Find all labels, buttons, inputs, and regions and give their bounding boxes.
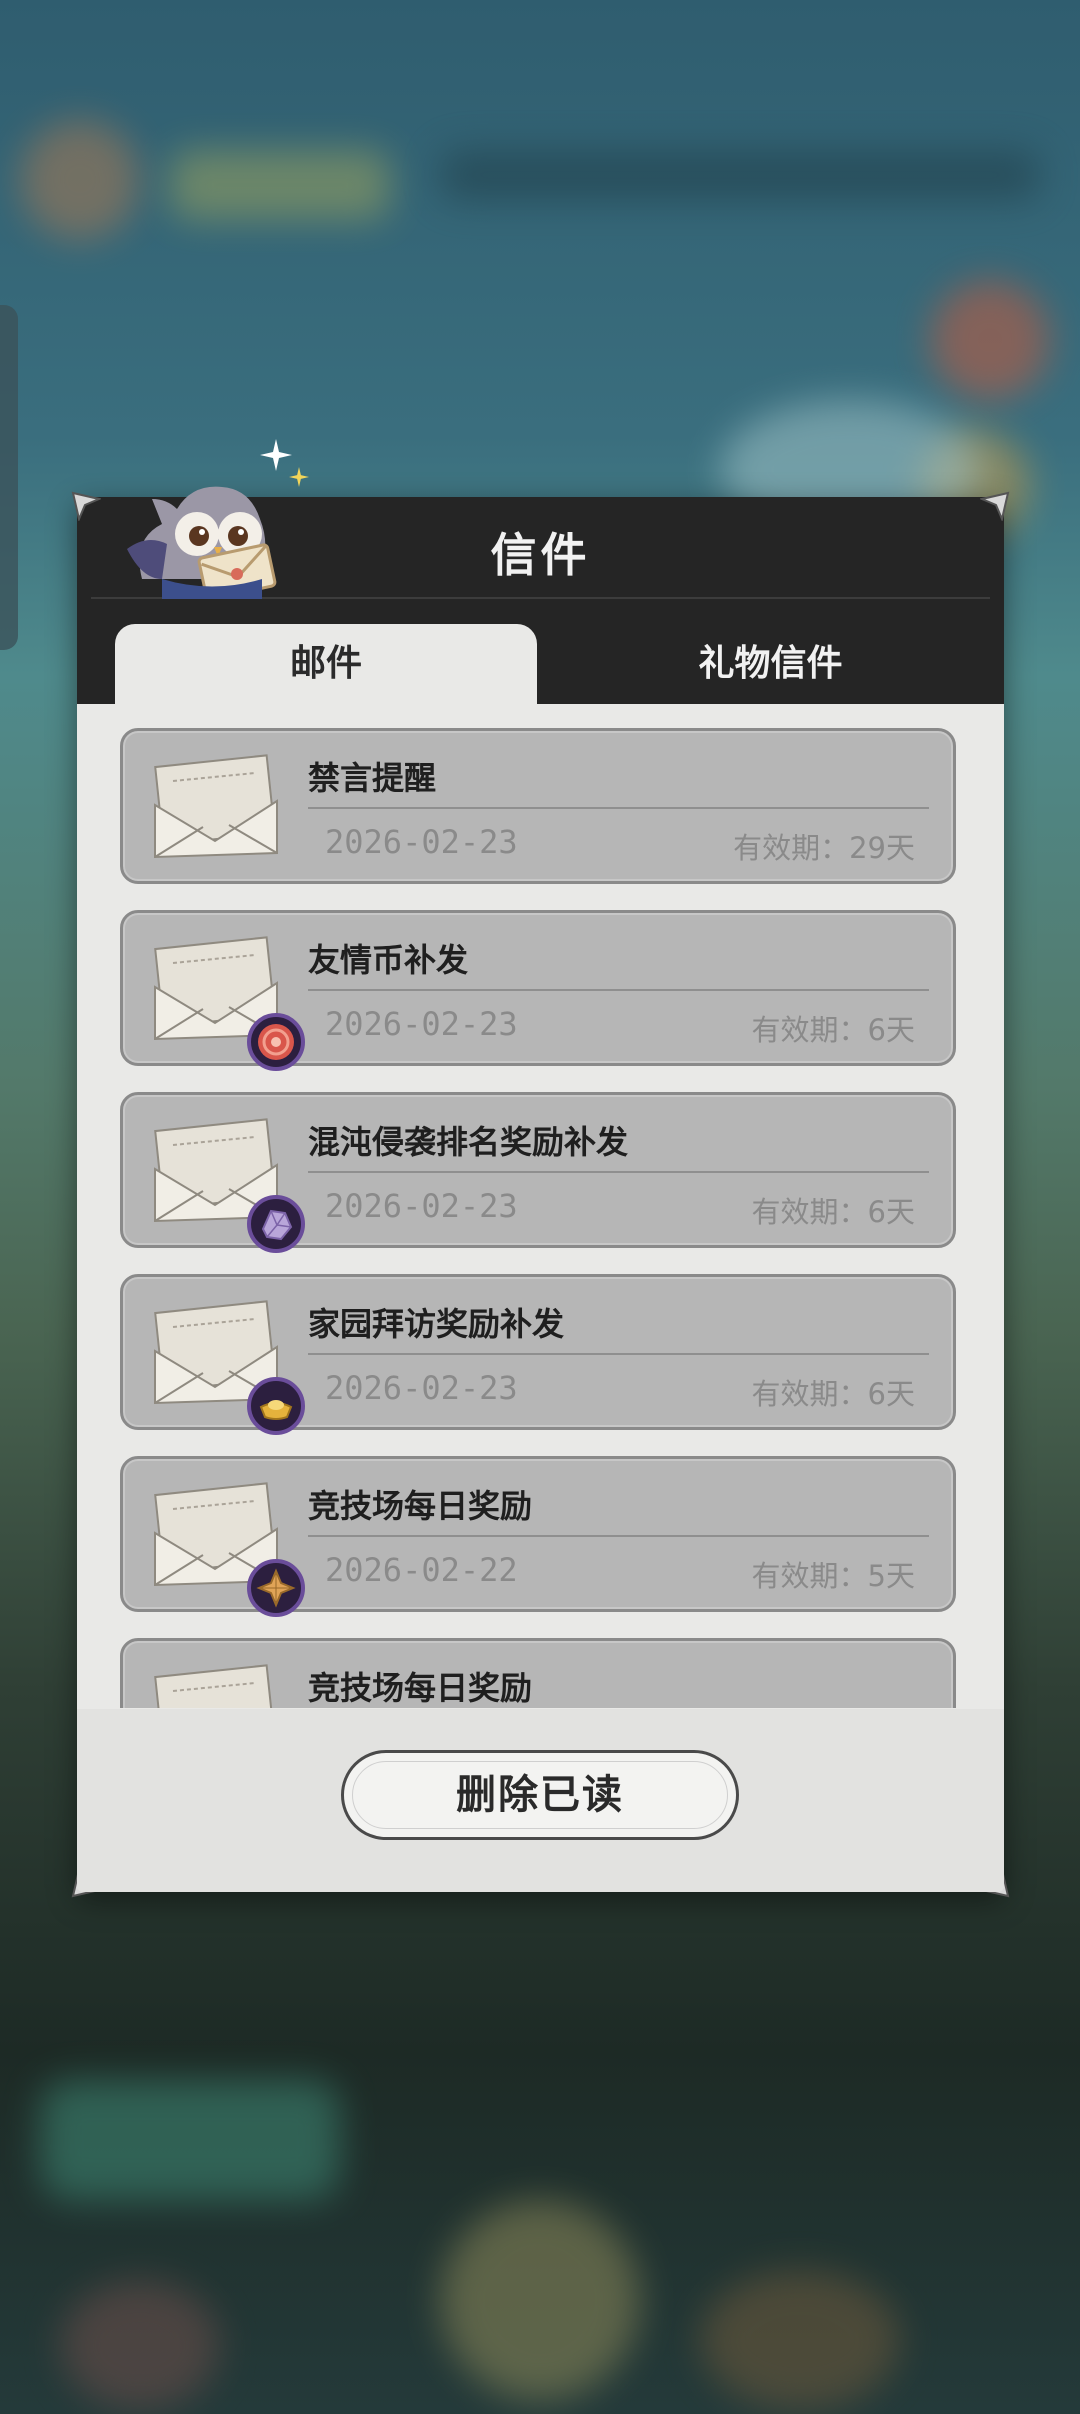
mail-date: 2026-02-23 bbox=[325, 823, 518, 861]
envelope-icon bbox=[151, 1117, 305, 1253]
sparkle-small-icon bbox=[289, 467, 309, 491]
mail-validity: 有效期：6天 bbox=[751, 1195, 915, 1229]
delete-read-label: 删除已读 bbox=[456, 1772, 624, 1818]
mail-item[interactable]: 竞技场每日奖励 bbox=[120, 1638, 956, 1708]
mail-item[interactable]: 家园拜访奖励补发 2026-02-23 有效期：6天 bbox=[120, 1274, 956, 1435]
mail-validity: 有效期：5天 bbox=[751, 1559, 915, 1593]
mail-validity: 有效期：6天 bbox=[751, 1377, 915, 1411]
mail-divider bbox=[308, 1353, 929, 1355]
side-drawer-tab[interactable] bbox=[0, 305, 18, 650]
mail-divider bbox=[308, 989, 929, 991]
mail-validity: 有效期：29天 bbox=[733, 831, 915, 865]
friendship-coin-icon bbox=[247, 1013, 305, 1071]
mail-item[interactable]: 竞技场每日奖励 2026-02-22 有效期：5天 bbox=[120, 1456, 956, 1617]
mail-dialog: 信件 邮件 礼物信件 禁言提醒 2026-02-23 有效期：29天 友情币补发… bbox=[71, 439, 1010, 1898]
background-name-blur bbox=[170, 150, 390, 220]
mail-date: 2026-02-23 bbox=[325, 1369, 518, 1407]
background-button-blur bbox=[930, 280, 1050, 400]
mail-item[interactable]: 禁言提醒 2026-02-23 有效期：29天 bbox=[120, 728, 956, 884]
gold-ingot-icon bbox=[247, 1377, 305, 1435]
mail-item[interactable]: 友情币补发 2026-02-23 有效期：6天 bbox=[120, 910, 956, 1071]
mail-date: 2026-02-22 bbox=[325, 1551, 518, 1589]
background-bottom-blur-4 bbox=[700, 2270, 900, 2410]
delete-read-button[interactable]: 删除已读 bbox=[341, 1750, 739, 1840]
mail-divider bbox=[308, 1535, 929, 1537]
crystal-icon bbox=[247, 1195, 305, 1253]
star-crystal-icon bbox=[247, 1559, 305, 1617]
mail-title: 家园拜访奖励补发 bbox=[308, 1305, 565, 1343]
mail-title: 禁言提醒 bbox=[308, 759, 437, 797]
mail-title: 混沌侵袭排名奖励补发 bbox=[308, 1123, 629, 1161]
envelope-icon bbox=[151, 1481, 305, 1617]
mail-divider bbox=[308, 807, 929, 809]
mail-title: 竞技场每日奖励 bbox=[308, 1487, 533, 1525]
background-bar-blur bbox=[440, 150, 1040, 200]
mail-title: 竞技场每日奖励 bbox=[308, 1669, 533, 1707]
tab-mail[interactable]: 邮件 bbox=[115, 624, 537, 704]
corner-ornament-icon bbox=[71, 491, 103, 523]
mail-divider bbox=[308, 1171, 929, 1173]
mail-title: 友情币补发 bbox=[308, 941, 469, 979]
background-bottom-blur-2 bbox=[440, 2200, 640, 2400]
background-bottom-blur bbox=[40, 2080, 340, 2200]
sparkle-icon bbox=[260, 439, 292, 475]
envelope-icon bbox=[151, 753, 281, 863]
background-avatar-blur bbox=[20, 120, 140, 240]
envelope-icon bbox=[151, 935, 305, 1071]
envelope-icon bbox=[151, 1663, 281, 1708]
mail-list[interactable]: 禁言提醒 2026-02-23 有效期：29天 友情币补发 2026-02-23 bbox=[120, 728, 960, 1708]
mail-item[interactable]: 混沌侵袭排名奖励补发 2026-02-23 有效期：6天 bbox=[120, 1092, 956, 1253]
background-bottom-blur-3 bbox=[60, 2280, 220, 2410]
corner-ornament-icon bbox=[978, 491, 1010, 523]
mail-validity: 有效期：6天 bbox=[751, 1013, 915, 1047]
envelope-icon bbox=[151, 1299, 305, 1435]
mail-date: 2026-02-23 bbox=[325, 1187, 518, 1225]
tab-gift-mail[interactable]: 礼物信件 bbox=[537, 624, 1004, 704]
mail-date: 2026-02-23 bbox=[325, 1005, 518, 1043]
